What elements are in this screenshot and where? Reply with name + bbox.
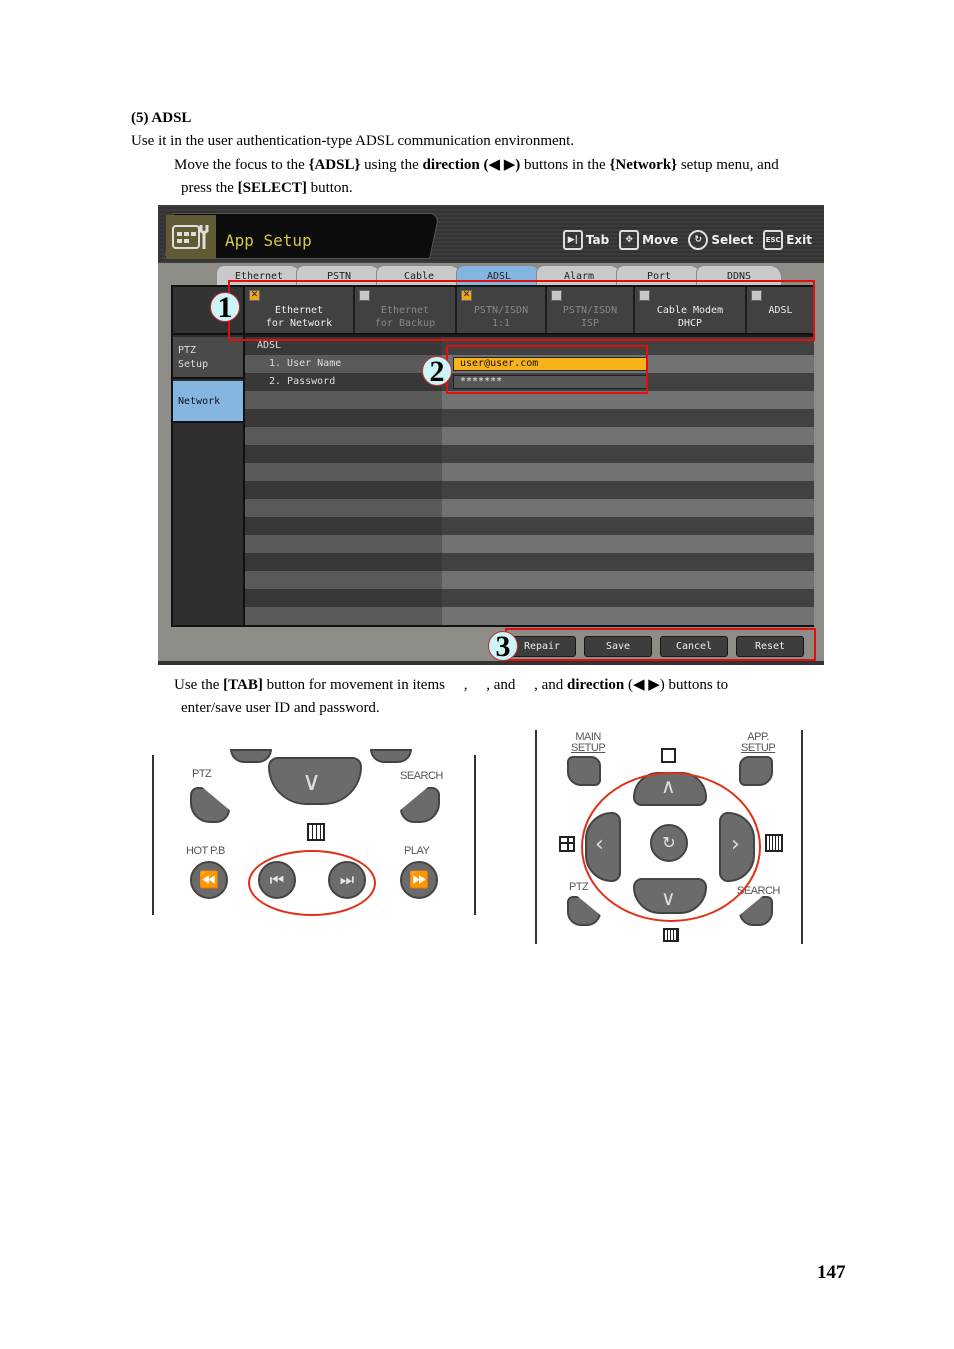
- rewind-icon: ⏪: [199, 870, 219, 889]
- empty-row: [245, 535, 814, 553]
- empty-row: [245, 589, 814, 607]
- step1-line2: press the [SELECT] button.: [181, 179, 353, 197]
- text-run: button for movement in items , , and , a…: [262, 677, 568, 693]
- menu-label: PTZ: [178, 345, 197, 356]
- move-icon: ✥: [619, 230, 640, 250]
- app-title: App Setup: [225, 231, 312, 250]
- select-keyword: [SELECT]: [237, 180, 307, 196]
- annotation-box-2: [446, 345, 648, 394]
- text-run: buttons in the: [520, 157, 610, 173]
- grid-16-icon: [765, 834, 783, 852]
- empty-row: [245, 463, 814, 481]
- remote-label-hot-pb: HOT P.B: [186, 845, 225, 857]
- empty-row: [245, 571, 814, 589]
- remote-image-direction-buttons: MAIN SETUP APP. SETUP ∧ ‹ ↻ › ∨ PTZ SEARCH: [533, 730, 805, 944]
- empty-row: [245, 427, 814, 445]
- empty-row: [245, 445, 814, 463]
- empty-row: [245, 553, 814, 571]
- key-hints: ▶| Tab ✥ Move ↻ Select ESC Exit: [558, 230, 812, 250]
- remote-edge: [801, 730, 803, 944]
- grid-16-icon: [663, 928, 679, 942]
- remote-label-main-setup: MAIN SETUP: [571, 732, 606, 754]
- label-line: SETUP: [741, 742, 776, 754]
- text-run: button.: [306, 180, 353, 196]
- label-line: SETUP: [571, 742, 606, 754]
- hint-label: Tab: [585, 233, 610, 247]
- intro-text: Use it in the user authentication-type A…: [131, 133, 575, 149]
- app-setup-icon: [166, 215, 216, 259]
- chevron-down-icon: ∨: [302, 767, 322, 797]
- remote-label-ptz: PTZ: [569, 881, 589, 893]
- tab-keyword: [TAB]: [223, 677, 263, 693]
- remote-label-search: SEARCH: [400, 770, 443, 782]
- search-button: [739, 896, 773, 926]
- remote-label-play: PLAY: [404, 845, 430, 857]
- callout-2: 2: [422, 356, 452, 387]
- user-name-label: 1. User Name: [245, 355, 442, 373]
- ptz-button: [190, 787, 230, 823]
- hint-select: ↻ Select: [688, 230, 753, 250]
- rewind-button: ⏪: [190, 861, 228, 899]
- text-run: Use the: [174, 677, 224, 693]
- esc-icon: ESC: [763, 230, 784, 250]
- text-run: Move the focus to the: [174, 157, 309, 173]
- section-heading: (5) ADSL: [131, 110, 192, 126]
- app-setup-screenshot: App Setup ▶| Tab ✥ Move ↻ Select ESC Exit Et…: [158, 205, 824, 665]
- annotation-box-1: [228, 280, 815, 341]
- quad-view-icon: [559, 836, 575, 852]
- step2-line1: Use the [TAB] button for movement in ite…: [174, 676, 728, 694]
- tab-icon: ▶|: [562, 230, 583, 250]
- search-button: [400, 787, 440, 823]
- down-arrow-button: ∨: [268, 757, 362, 805]
- fast-forward-icon: ⏩: [409, 870, 429, 889]
- direction-keyword: direction (◀ ▶): [422, 157, 521, 173]
- page-number: 147: [817, 1262, 846, 1283]
- highlight-oval: [581, 772, 761, 922]
- text-run: (◀ ▶) buttons to: [624, 677, 729, 693]
- highlight-oval: [248, 850, 376, 916]
- step2-line2: enter/save user ID and password.: [181, 700, 380, 716]
- remote-edge: [535, 730, 537, 944]
- callout-1: 1: [210, 292, 240, 323]
- hint-label: Select: [711, 233, 754, 247]
- text-run: using the: [360, 157, 423, 173]
- remote-image-tab-buttons: ∨ PTZ SEARCH HOT P.B PLAY ⏪ ⏮ ⏭ ⏩: [150, 749, 480, 917]
- direction-keyword: direction: [567, 677, 625, 693]
- select-icon: ↻: [688, 230, 709, 250]
- hint-label: Move: [642, 233, 679, 247]
- hint-label: Exit: [786, 233, 812, 247]
- fast-forward-button: ⏩: [400, 861, 438, 899]
- grid-16-icon: [307, 823, 325, 841]
- empty-row: [245, 481, 814, 499]
- main-setup-button: [567, 756, 601, 786]
- text-run: press the: [181, 180, 238, 196]
- step1-line1: Move the focus to the {ADSL} using the d…: [174, 156, 779, 174]
- hint-tab: ▶| Tab: [562, 230, 610, 250]
- empty-row: [245, 607, 814, 625]
- remote-edge: [474, 755, 476, 915]
- empty-row: [245, 517, 814, 535]
- bottom-strip: [158, 661, 824, 665]
- text-run: setup menu, and: [677, 157, 779, 173]
- annotation-box-3: [505, 628, 816, 661]
- app-setup-button: [739, 756, 773, 786]
- menu-item-network[interactable]: Network: [173, 381, 243, 423]
- empty-row: [245, 499, 814, 517]
- remote-label-app-setup: APP. SETUP: [741, 732, 776, 754]
- ptz-button: [567, 896, 601, 926]
- adsl-keyword: {ADSL}: [308, 157, 361, 173]
- menu-item-ptz-setup[interactable]: PTZ Setup: [173, 337, 243, 379]
- hint-exit: ESC Exit: [763, 230, 812, 250]
- network-keyword: {Network}: [609, 157, 678, 173]
- hint-move: ✥ Move: [619, 230, 678, 250]
- remote-button-partial: [370, 749, 412, 763]
- remote-button-partial: [230, 749, 272, 763]
- remote-edge: [152, 755, 154, 915]
- menu-label: Setup: [178, 359, 209, 370]
- callout-3: 3: [488, 631, 518, 662]
- password-label: 2. Password: [245, 373, 442, 391]
- single-view-icon: [661, 748, 676, 763]
- remote-label-ptz: PTZ: [192, 768, 212, 780]
- empty-row: [245, 409, 814, 427]
